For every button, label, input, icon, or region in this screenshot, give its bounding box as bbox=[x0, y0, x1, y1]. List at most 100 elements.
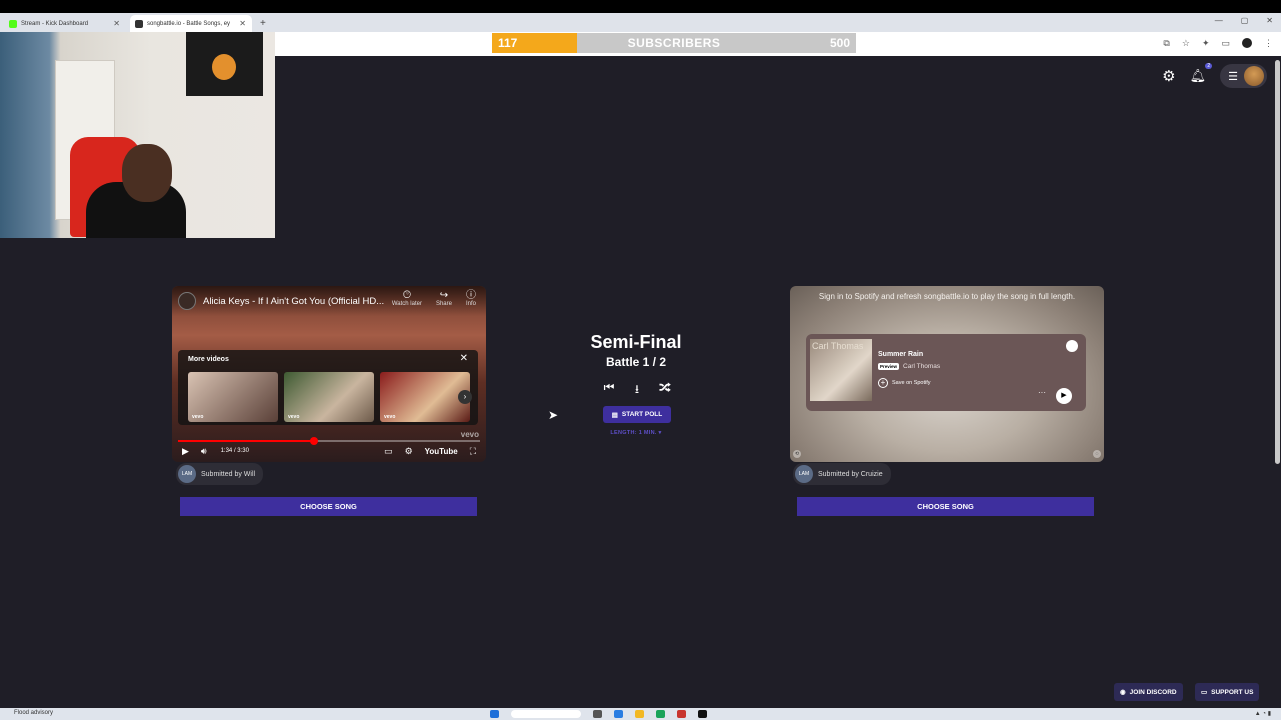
expand-icon[interactable]: ⟲ bbox=[793, 450, 801, 458]
save-label: Save on Spotify bbox=[892, 380, 931, 386]
close-icon[interactable]: ✕ bbox=[113, 19, 120, 28]
more-options-icon[interactable]: ··· bbox=[1038, 388, 1046, 397]
app-icon[interactable] bbox=[698, 710, 707, 718]
video-thumbnail[interactable]: vevo bbox=[188, 372, 278, 422]
play-icon[interactable]: ▶ bbox=[1056, 388, 1072, 404]
album-art-text: Carl Thomas bbox=[812, 341, 864, 351]
channel-avatar[interactable] bbox=[178, 292, 196, 310]
youtube-actions: 🕑︎ Watch later ↪ Share ⓘ Info bbox=[391, 290, 476, 308]
explorer-icon[interactable] bbox=[635, 710, 644, 718]
start-poll-label: START POLL bbox=[621, 411, 663, 418]
submitter-avatar: LAM bbox=[795, 465, 813, 483]
tab-kick-dashboard[interactable]: Stream - Kick Dashboard ✕ bbox=[4, 15, 126, 32]
gear-icon[interactable]: ⚙ bbox=[1162, 67, 1175, 85]
webcam-overlay bbox=[0, 32, 275, 238]
bookmark-star-icon[interactable]: ☆ bbox=[1182, 38, 1190, 49]
spotify-signin-note: Sign in to Spotify and refresh songbattl… bbox=[818, 292, 1076, 301]
album-art: Carl Thomas bbox=[810, 339, 872, 401]
window-controls: — ▢ ✕ bbox=[1215, 16, 1273, 25]
close-icon[interactable]: ✕ bbox=[460, 353, 468, 364]
minimize-icon[interactable]: — bbox=[1215, 16, 1223, 25]
video-progress-bar[interactable] bbox=[178, 437, 480, 445]
share-button[interactable]: ↪ Share bbox=[435, 290, 452, 308]
submitter-avatar: LAM bbox=[178, 465, 196, 483]
avatar bbox=[1244, 66, 1264, 86]
save-on-spotify-button[interactable]: + Save on Spotify bbox=[878, 378, 931, 388]
sidepanel-icon[interactable]: ▭ bbox=[1221, 38, 1230, 49]
settings-icon[interactable]: ⚙ bbox=[405, 446, 413, 457]
start-icon[interactable] bbox=[490, 710, 499, 718]
install-icon[interactable]: ⧉ bbox=[1163, 38, 1169, 49]
subscriber-goal-bar: SUBSCRIBERS 117 500 bbox=[492, 33, 856, 53]
choose-song-right-button[interactable]: CHOOSE SONG bbox=[797, 497, 1094, 516]
download-icon[interactable]: ⭳ bbox=[630, 380, 644, 401]
webcam-person-head bbox=[122, 144, 172, 202]
weather-widget[interactable]: Flood advisory bbox=[14, 710, 53, 716]
top-strip bbox=[0, 0, 1281, 13]
spotify-embed[interactable]: Carl Thomas Summer Rain Preview Carl Tho… bbox=[806, 334, 1086, 411]
video-thumbnail[interactable]: vevo bbox=[284, 372, 374, 422]
volume-icon[interactable]: 🔊︎ bbox=[201, 446, 207, 457]
tab-songbattle[interactable]: songbattle.io - Battle Songs, ey ✕ bbox=[130, 15, 252, 32]
plus-icon: + bbox=[878, 378, 888, 388]
play-icon[interactable]: ▶ bbox=[182, 446, 189, 457]
captions-icon[interactable]: ▭ bbox=[384, 446, 393, 457]
notification-badge: 2 bbox=[1205, 63, 1213, 69]
next-arrow-icon[interactable]: › bbox=[458, 390, 472, 404]
spotify-player[interactable]: Sign in to Spotify and refresh songbattl… bbox=[790, 286, 1104, 462]
video-title[interactable]: Alicia Keys - If I Ain't Got You (Offici… bbox=[203, 296, 384, 307]
obs-icon[interactable] bbox=[677, 710, 686, 718]
browser-menu-icon[interactable]: ⋮ bbox=[1264, 38, 1273, 49]
poll-length-select[interactable]: LENGTH: 1 MIN. ▾ bbox=[586, 430, 686, 436]
video-thumbnail[interactable]: vevo bbox=[380, 372, 470, 422]
info-icon: ⓘ bbox=[465, 290, 476, 301]
spotify-logo-icon[interactable] bbox=[1066, 340, 1078, 352]
youtube-logo[interactable]: YouTube bbox=[425, 447, 458, 456]
taskbar-search[interactable] bbox=[511, 710, 581, 718]
preview-badge: Preview bbox=[878, 363, 900, 370]
close-window-icon[interactable]: ✕ bbox=[1266, 16, 1273, 25]
close-icon[interactable]: ✕ bbox=[239, 19, 246, 28]
extensions-icon[interactable]: ✦ bbox=[1202, 38, 1210, 49]
vevo-watermark: vevo bbox=[460, 430, 479, 439]
site-header-icons: ⚙ 🔔︎ 2 ☰ bbox=[1162, 63, 1267, 88]
video-time: 1:34 / 3:30 bbox=[220, 448, 249, 454]
maximize-icon[interactable]: ▢ bbox=[1241, 16, 1249, 25]
page-scrollbar[interactable] bbox=[1275, 60, 1280, 464]
subscriber-label: SUBSCRIBERS bbox=[627, 36, 721, 50]
submitted-by-text: Submitted by Will bbox=[201, 470, 256, 478]
support-us-button[interactable]: ▭ SUPPORT US bbox=[1195, 683, 1260, 701]
info-button[interactable]: ⓘ Info bbox=[465, 290, 476, 308]
choose-song-left-button[interactable]: CHOOSE SONG bbox=[180, 497, 477, 516]
video-controls-right: ▭ ⚙ YouTube ⛶ bbox=[384, 446, 476, 457]
join-discord-button[interactable]: ◉ JOIN DISCORD bbox=[1114, 683, 1183, 701]
os-taskbar: Flood advisory ▲ ◔ ▮ bbox=[0, 708, 1281, 720]
battle-controls: ⏮ ⭳ 🔀︎ bbox=[602, 380, 672, 401]
chrome-icon[interactable] bbox=[656, 710, 665, 718]
browser-tab-bar: Stream - Kick Dashboard ✕ songbattle.io … bbox=[0, 13, 1281, 32]
profile-icon[interactable] bbox=[1242, 38, 1252, 48]
poster-face bbox=[212, 54, 236, 80]
tab-title: songbattle.io - Battle Songs, ey bbox=[147, 20, 231, 27]
taskview-icon[interactable] bbox=[593, 710, 602, 718]
song-title[interactable]: Summer Rain bbox=[878, 351, 923, 358]
new-tab-button[interactable]: + bbox=[260, 18, 266, 29]
clock-icon: 🕑︎ bbox=[402, 290, 411, 301]
edge-icon[interactable] bbox=[614, 710, 623, 718]
hide-icon[interactable]: ◌ bbox=[1093, 450, 1101, 458]
browser-toolbar-icons: ⧉ ☆ ✦ ▭ ⋮ bbox=[1163, 38, 1273, 49]
user-menu-button[interactable]: ☰ bbox=[1220, 64, 1267, 88]
share-label: Share bbox=[435, 301, 452, 307]
fullscreen-icon[interactable]: ⛶ bbox=[470, 446, 476, 457]
poll-icon: ▤ bbox=[611, 411, 618, 419]
youtube-player[interactable]: Alicia Keys - If I Ain't Got You (Offici… bbox=[172, 286, 486, 462]
bell-icon[interactable]: 🔔︎ 2 bbox=[1190, 63, 1213, 84]
watch-later-button[interactable]: 🕑︎ Watch later bbox=[391, 290, 422, 308]
start-poll-button[interactable]: ▤ START POLL bbox=[603, 406, 671, 423]
share-icon: ↪ bbox=[439, 290, 449, 301]
watch-later-label: Watch later bbox=[391, 301, 422, 307]
previous-icon[interactable]: ⏮ bbox=[602, 380, 616, 401]
shuffle-icon[interactable]: 🔀︎ bbox=[658, 380, 672, 401]
video-progress-played bbox=[178, 440, 314, 442]
artist-name[interactable]: Carl Thomas bbox=[903, 363, 940, 370]
